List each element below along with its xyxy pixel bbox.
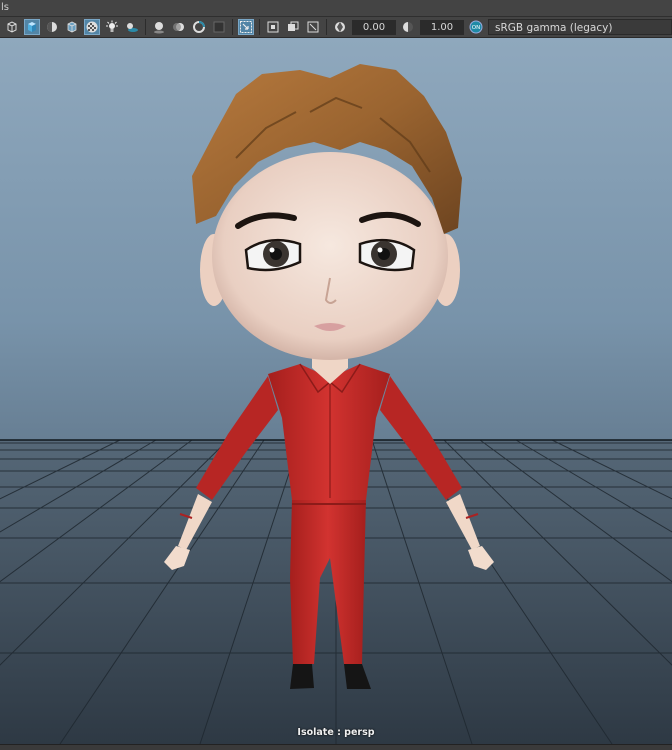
menu-item-partial[interactable]: ls	[0, 2, 9, 13]
maya-viewport-window: ls 0.00 1.00 ON sRGB gamma (legacy) Isol…	[0, 0, 672, 750]
exposure-field[interactable]: 0.00	[352, 19, 396, 35]
ambient-occlusion-icon[interactable]	[151, 19, 167, 35]
use-all-lights-icon[interactable]	[104, 19, 120, 35]
exposure-icon[interactable]	[332, 19, 348, 35]
depth-of-field-icon[interactable]	[211, 19, 227, 35]
left-shoe	[290, 664, 314, 689]
toolbar-separator	[232, 19, 233, 35]
gamma-icon[interactable]	[400, 19, 416, 35]
anti-aliasing-icon[interactable]	[191, 19, 207, 35]
toolbar-separator	[326, 19, 327, 35]
viewport-scene	[0, 64, 672, 744]
viewport-toolbar: 0.00 1.00 ON sRGB gamma (legacy)	[0, 16, 672, 38]
motion-blur-icon[interactable]	[171, 19, 187, 35]
xray-joints-icon[interactable]	[305, 19, 321, 35]
toolbar-separator	[259, 19, 260, 35]
left-eye	[244, 238, 302, 272]
panel-menu-bar[interactable]: ls	[0, 0, 672, 16]
toolbar-separator	[145, 19, 146, 35]
gamma-field[interactable]: 1.00	[420, 19, 464, 35]
isolate-select-icon[interactable]	[238, 19, 254, 35]
shaded-cube-icon[interactable]	[24, 19, 40, 35]
checker-texture-icon[interactable]	[84, 19, 100, 35]
wireframe-on-shaded-icon[interactable]	[44, 19, 60, 35]
xray-active-icon[interactable]	[285, 19, 301, 35]
svg-text:ON: ON	[472, 25, 480, 31]
viewport-hud-label: Isolate : persp	[297, 727, 375, 738]
perspective-viewport[interactable]: Isolate : persp	[0, 38, 672, 744]
wireframe-cube-icon[interactable]	[4, 19, 20, 35]
shadows-icon[interactable]	[124, 19, 140, 35]
xray-icon[interactable]	[265, 19, 281, 35]
view-transform-dropdown[interactable]: sRGB gamma (legacy)	[488, 19, 672, 35]
color-management-icon[interactable]: ON	[468, 19, 484, 35]
textured-cube-icon[interactable]	[64, 19, 80, 35]
panel-bottom-border	[0, 744, 672, 750]
right-eye	[358, 238, 416, 272]
